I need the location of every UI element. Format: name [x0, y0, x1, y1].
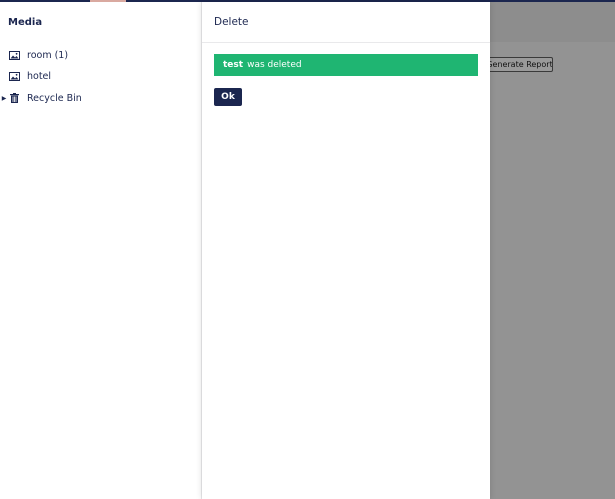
tree-title: Media	[8, 17, 43, 28]
tree-item-label: room (1)	[27, 49, 69, 61]
image-icon	[8, 71, 20, 81]
alert-message: was deleted	[247, 60, 302, 70]
generate-report-button: Generate Report	[486, 57, 553, 72]
panel-title: Delete	[214, 16, 249, 28]
image-icon	[8, 50, 20, 60]
tree-item-room[interactable]: room (1)	[0, 46, 200, 64]
caret-right-icon[interactable]: ▶	[0, 95, 8, 102]
tree-item-recycle-bin[interactable]: ▶ Recycle Bin	[0, 89, 200, 107]
app-window: Generate Report Media room (1) hotel ▶ R…	[0, 0, 615, 499]
success-alert: test was deleted	[214, 54, 478, 76]
delete-panel: Delete test was deleted Ok	[202, 2, 490, 499]
media-tree: Media room (1) hotel ▶ Recycle Bin	[0, 2, 202, 499]
panel-header: Delete	[202, 2, 490, 43]
tree-item-label: hotel	[27, 70, 52, 82]
tree-item-hotel[interactable]: hotel	[0, 67, 200, 85]
deleted-item-name: test	[223, 60, 244, 70]
tree-item-label: Recycle Bin	[27, 92, 82, 104]
trash-icon	[8, 93, 20, 103]
ok-button[interactable]: Ok	[214, 88, 242, 106]
